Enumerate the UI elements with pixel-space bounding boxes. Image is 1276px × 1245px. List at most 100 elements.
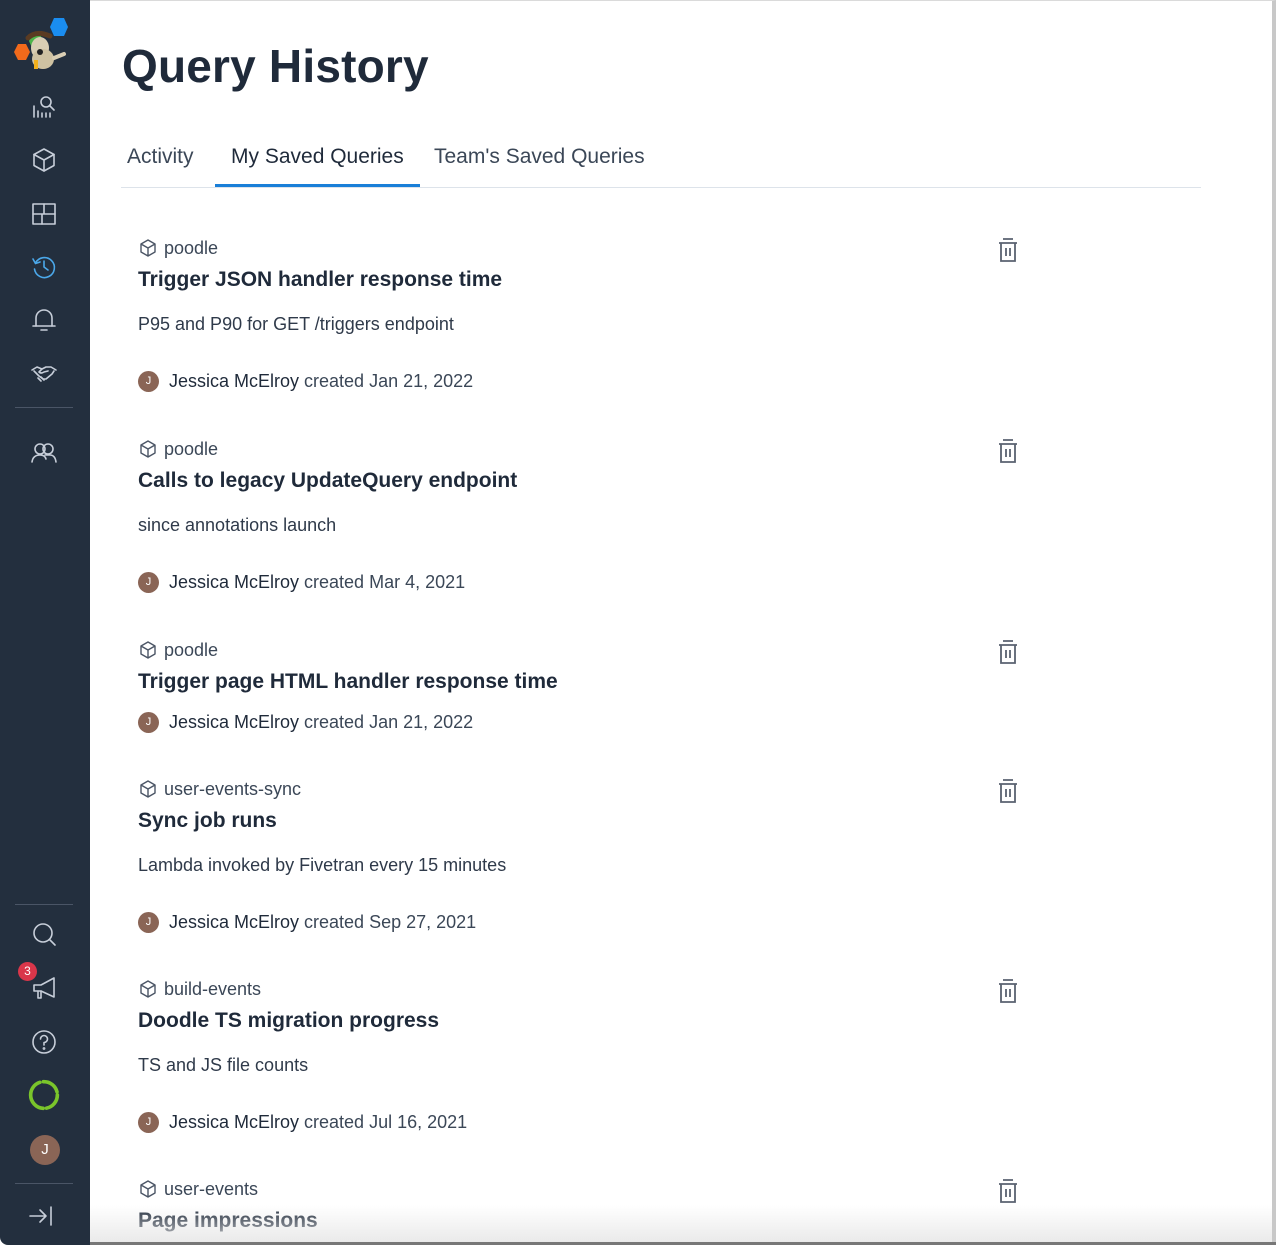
- delete-query-button[interactable]: [996, 237, 1020, 263]
- author-name: Jessica McElroy: [169, 912, 300, 932]
- dataset-label: user-events-sync: [138, 778, 988, 800]
- dataset-cube-icon: [140, 780, 156, 798]
- query-title-link[interactable]: Page impressions: [138, 1209, 318, 1233]
- trash-icon: [999, 640, 1017, 664]
- query-title-link[interactable]: Sync job runs: [138, 809, 277, 833]
- collapse-sidebar-button[interactable]: [21, 1196, 61, 1236]
- nav-help[interactable]: [24, 1022, 64, 1062]
- dataset-cube-icon: [140, 980, 156, 998]
- query-title-link[interactable]: Calls to legacy UpdateQuery endpoint: [138, 469, 517, 493]
- bell-icon: [32, 309, 56, 331]
- author-avatar: J: [138, 1112, 159, 1133]
- query-description: TS and JS file counts: [138, 1055, 309, 1075]
- sidebar-divider: [15, 904, 73, 905]
- dataset-name: user-events: [164, 1178, 259, 1199]
- dataset-cube-icon: [140, 641, 156, 659]
- nav-triggers[interactable]: [24, 300, 64, 340]
- sidebar: 3 J: [0, 0, 90, 1245]
- dataset-cube-icon: [140, 440, 156, 458]
- nav-team[interactable]: [24, 433, 64, 473]
- query-description: P95 and P90 for GET /triggers endpoint: [138, 314, 454, 334]
- help-icon: [32, 1030, 56, 1054]
- dataset-cube-icon: [140, 239, 156, 257]
- dataset-label: poodle: [138, 237, 988, 259]
- author-name: Jessica McElroy: [169, 712, 300, 732]
- dataset-label: build-events: [138, 978, 988, 1000]
- delete-query-button[interactable]: [996, 438, 1020, 464]
- dataset-cube-icon: [140, 1180, 156, 1198]
- trash-icon: [999, 1179, 1017, 1203]
- query-meta: J Jessica McElroy created Sep 27, 2021: [138, 912, 988, 933]
- dataset-label: poodle: [138, 438, 988, 460]
- created-date: created Jul 16, 2021: [304, 1112, 468, 1132]
- gromit-logo-icon: [14, 18, 68, 69]
- dataset-name: poodle: [164, 237, 219, 258]
- main-content: Query History Activity My Saved Queries …: [90, 0, 1276, 1245]
- dataset-name: build-events: [164, 978, 262, 999]
- saved-query-item: poodle Trigger page HTML handler respons…: [138, 639, 1017, 733]
- app-logo[interactable]: [10, 14, 72, 76]
- saved-query-item: poodle Calls to legacy UpdateQuery endpo…: [138, 438, 1017, 593]
- author-avatar: J: [138, 572, 159, 593]
- query-meta: J Jessica McElroy created Jan 21, 2022: [138, 371, 988, 392]
- created-date: created Jan 21, 2022: [304, 371, 474, 391]
- dataset-name: poodle: [164, 639, 219, 660]
- query-meta: J Jessica McElroy created Jan 21, 2022: [138, 712, 988, 733]
- author-name: Jessica McElroy: [169, 371, 300, 391]
- created-date: created Sep 27, 2021: [304, 912, 477, 932]
- created-date: created Jan 21, 2022: [304, 712, 474, 732]
- status-ring-icon: [28, 1079, 60, 1111]
- delete-query-button[interactable]: [996, 1178, 1020, 1204]
- query-meta: J Jessica McElroy created Jul 16, 2021: [138, 1112, 988, 1133]
- author-avatar: J: [138, 912, 159, 933]
- query-title-link[interactable]: Trigger JSON handler response time: [138, 268, 502, 292]
- trash-icon: [999, 238, 1017, 262]
- query-description: Lambda invoked by Fivetran every 15 minu…: [138, 855, 507, 875]
- delete-query-button[interactable]: [996, 639, 1020, 665]
- author-name: Jessica McElroy: [169, 572, 300, 592]
- saved-query-item: user-events Page impressions: [138, 1178, 1017, 1233]
- query-icon: [33, 96, 55, 118]
- nav-boards[interactable]: [24, 194, 64, 234]
- nav-query-history[interactable]: [24, 247, 64, 287]
- query-title-link[interactable]: Doodle TS migration progress: [138, 1009, 439, 1033]
- dataset-label: user-events: [138, 1178, 988, 1200]
- nav-query[interactable]: [24, 87, 64, 127]
- search-icon: [33, 923, 56, 946]
- nav-search[interactable]: [24, 915, 64, 955]
- dataset-label: poodle: [138, 639, 988, 661]
- collapse-icon: [29, 1206, 52, 1226]
- delete-query-button[interactable]: [996, 778, 1020, 804]
- announcements-badge: 3: [18, 962, 37, 981]
- dataset-name: user-events-sync: [164, 778, 302, 799]
- boards-icon: [32, 203, 56, 225]
- user-avatar[interactable]: J: [30, 1135, 60, 1165]
- trash-icon: [999, 439, 1017, 463]
- author-avatar: J: [138, 712, 159, 733]
- sidebar-divider: [15, 407, 73, 408]
- sidebar-divider: [15, 1183, 73, 1184]
- author-avatar: J: [138, 371, 159, 392]
- query-meta: J Jessica McElroy created Mar 4, 2021: [138, 572, 988, 593]
- tab-teams-saved-queries[interactable]: Team's Saved Queries: [434, 145, 645, 187]
- team-icon: [31, 443, 57, 463]
- nav-datasets[interactable]: [24, 140, 64, 180]
- saved-query-item: poodle Trigger JSON handler response tim…: [138, 237, 1017, 392]
- saved-query-item: build-events Doodle TS migration progres…: [138, 978, 1017, 1133]
- created-date: created Mar 4, 2021: [304, 572, 466, 592]
- nav-slos[interactable]: [24, 354, 64, 394]
- history-icon: [32, 256, 56, 279]
- nav-status[interactable]: [24, 1075, 64, 1115]
- datasets-icon: [33, 148, 55, 172]
- page-title: Query History: [122, 40, 429, 92]
- handshake-icon: [31, 366, 57, 382]
- tab-activity[interactable]: Activity: [127, 145, 194, 187]
- delete-query-button[interactable]: [996, 978, 1020, 1004]
- query-title-link[interactable]: Trigger page HTML handler response time: [138, 670, 558, 694]
- trash-icon: [999, 979, 1017, 1003]
- saved-query-item: user-events-sync Sync job runs Lambda in…: [138, 778, 1017, 933]
- dataset-name: poodle: [164, 438, 219, 459]
- query-description: since annotations launch: [138, 515, 337, 535]
- trash-icon: [999, 779, 1017, 803]
- tab-my-saved-queries[interactable]: My Saved Queries: [215, 145, 420, 187]
